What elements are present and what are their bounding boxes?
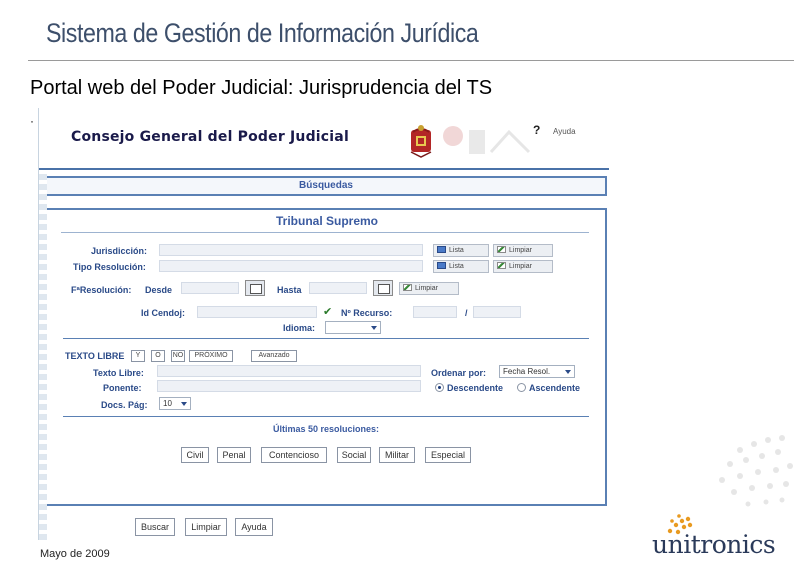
avanzado-button[interactable]: Avanzado <box>251 350 297 362</box>
desde-label: Desde <box>145 285 173 295</box>
operator-no-button[interactable]: NO <box>171 350 185 362</box>
app-header: Consejo General del Poder Judicial ? Ayu… <box>39 110 609 170</box>
operator-proximo-button[interactable]: PRÓXIMO <box>189 350 233 362</box>
tipo-resolucion-label: Tipo Resolución: <box>73 262 146 272</box>
checkmark-icon[interactable]: ✔ <box>323 306 337 318</box>
hasta-date-field[interactable] <box>309 282 367 294</box>
jurisdiccion-limpiar-button[interactable]: Limpiar <box>493 244 553 257</box>
tipo-resolucion-lista-button[interactable]: Lista <box>433 260 489 273</box>
texto-libre-section-label: TEXTO LIBRE <box>65 351 125 361</box>
chevron-down-icon <box>565 370 571 374</box>
jurisdiccion-field[interactable] <box>159 244 423 256</box>
panel-title: Tribunal Supremo <box>275 214 378 228</box>
left-decorative-strip <box>39 174 47 540</box>
list-icon <box>437 246 446 253</box>
category-militar-button[interactable]: Militar <box>379 447 415 463</box>
buscar-button[interactable]: Buscar <box>135 518 175 536</box>
tipo-resolucion-lista-label: Lista <box>449 263 464 270</box>
chevron-down-icon <box>371 326 377 330</box>
id-cendoj-label: Id Cendoj: <box>141 308 185 318</box>
ultimas-resoluciones-label: Últimas 50 resoluciones: <box>273 424 380 434</box>
section-divider <box>63 338 589 339</box>
tipo-resolucion-limpiar-button[interactable]: Limpiar <box>493 260 553 273</box>
eraser-icon <box>403 284 412 291</box>
n-recurso-label: Nº Recurso: <box>341 308 393 318</box>
slide-subtitle: Portal web del Poder Judicial: Jurisprud… <box>30 77 493 99</box>
eraser-icon <box>497 262 506 269</box>
nav-busquedas[interactable]: Búsquedas <box>47 176 607 196</box>
bullet-marker: · <box>30 114 34 128</box>
ordenar-select[interactable]: Fecha Resol. <box>499 365 575 378</box>
jurisdiccion-lista-button[interactable]: Lista <box>433 244 489 257</box>
section-divider <box>63 416 589 417</box>
id-cendoj-field[interactable] <box>197 306 317 318</box>
n-recurso-year-field[interactable] <box>473 306 521 318</box>
footer-date: Mayo de 2009 <box>40 548 110 560</box>
texto-libre-field[interactable] <box>157 365 421 377</box>
help-link[interactable]: Ayuda <box>553 127 576 136</box>
operator-y-button[interactable]: Y <box>131 350 145 362</box>
jurisdiccion-limpiar-label: Limpiar <box>509 247 532 254</box>
hasta-label: Hasta <box>277 285 302 295</box>
jurisdiccion-lista-label: Lista <box>449 247 464 254</box>
tipo-resolucion-limpiar-label: Limpiar <box>509 263 532 270</box>
recurso-separator: / <box>465 308 468 318</box>
category-penal-button[interactable]: Penal <box>217 447 251 463</box>
category-civil-button[interactable]: Civil <box>181 447 209 463</box>
category-social-button[interactable]: Social <box>337 447 371 463</box>
watermark-icon <box>443 126 531 154</box>
ponente-field[interactable] <box>157 380 421 392</box>
ordenar-label: Ordenar por: <box>431 368 487 378</box>
ascendente-radio[interactable] <box>517 383 526 392</box>
eraser-icon <box>497 246 506 253</box>
title-divider <box>28 60 794 61</box>
list-icon <box>437 262 446 269</box>
coat-of-arms-icon <box>410 125 432 158</box>
ayuda-button[interactable]: Ayuda <box>235 518 273 536</box>
operator-o-button[interactable]: O <box>151 350 165 362</box>
limpiar-button[interactable]: Limpiar <box>185 518 227 536</box>
ascendente-label: Ascendente <box>529 383 581 393</box>
docs-pag-value: 10 <box>163 399 172 408</box>
jurisdiccion-label: Jurisdicción: <box>91 246 148 256</box>
descendente-label: Descendente <box>447 383 504 393</box>
tipo-resolucion-field[interactable] <box>159 260 423 272</box>
decorative-dots-graphic <box>719 435 793 507</box>
embedded-screenshot: Consejo General del Poder Judicial ? Ayu… <box>38 108 610 540</box>
n-recurso-field[interactable] <box>413 306 457 318</box>
descendente-radio[interactable] <box>435 383 444 392</box>
ordenar-value: Fecha Resol. <box>503 367 551 376</box>
idioma-label: Idioma: <box>283 323 316 333</box>
calendar-icon[interactable] <box>373 280 393 296</box>
docs-pag-label: Docs. Pág: <box>101 400 148 410</box>
panel-title-divider <box>61 232 589 233</box>
fresolucion-label: FªResolución: <box>71 285 132 295</box>
help-icon[interactable]: ? <box>533 123 540 137</box>
category-especial-button[interactable]: Especial <box>425 447 471 463</box>
fecha-limpiar-label: Limpiar <box>415 285 438 292</box>
search-panel: Tribunal Supremo Jurisdicción: Lista Lim… <box>47 208 607 506</box>
texto-libre-label: Texto Libre: <box>93 368 144 378</box>
app-header-title: Consejo General del Poder Judicial <box>71 129 349 145</box>
unitronics-logo: unitronics <box>652 530 776 559</box>
calendar-icon[interactable] <box>245 280 265 296</box>
docs-pag-select[interactable]: 10 <box>159 397 191 410</box>
slide-title: Sistema de Gestión de Información Jurídi… <box>46 18 479 48</box>
ponente-label: Ponente: <box>103 383 142 393</box>
desde-date-field[interactable] <box>181 282 239 294</box>
category-contencioso-button[interactable]: Contencioso <box>261 447 327 463</box>
chevron-down-icon <box>181 402 187 406</box>
idioma-select[interactable] <box>325 321 381 334</box>
fecha-limpiar-button[interactable]: Limpiar <box>399 282 459 295</box>
